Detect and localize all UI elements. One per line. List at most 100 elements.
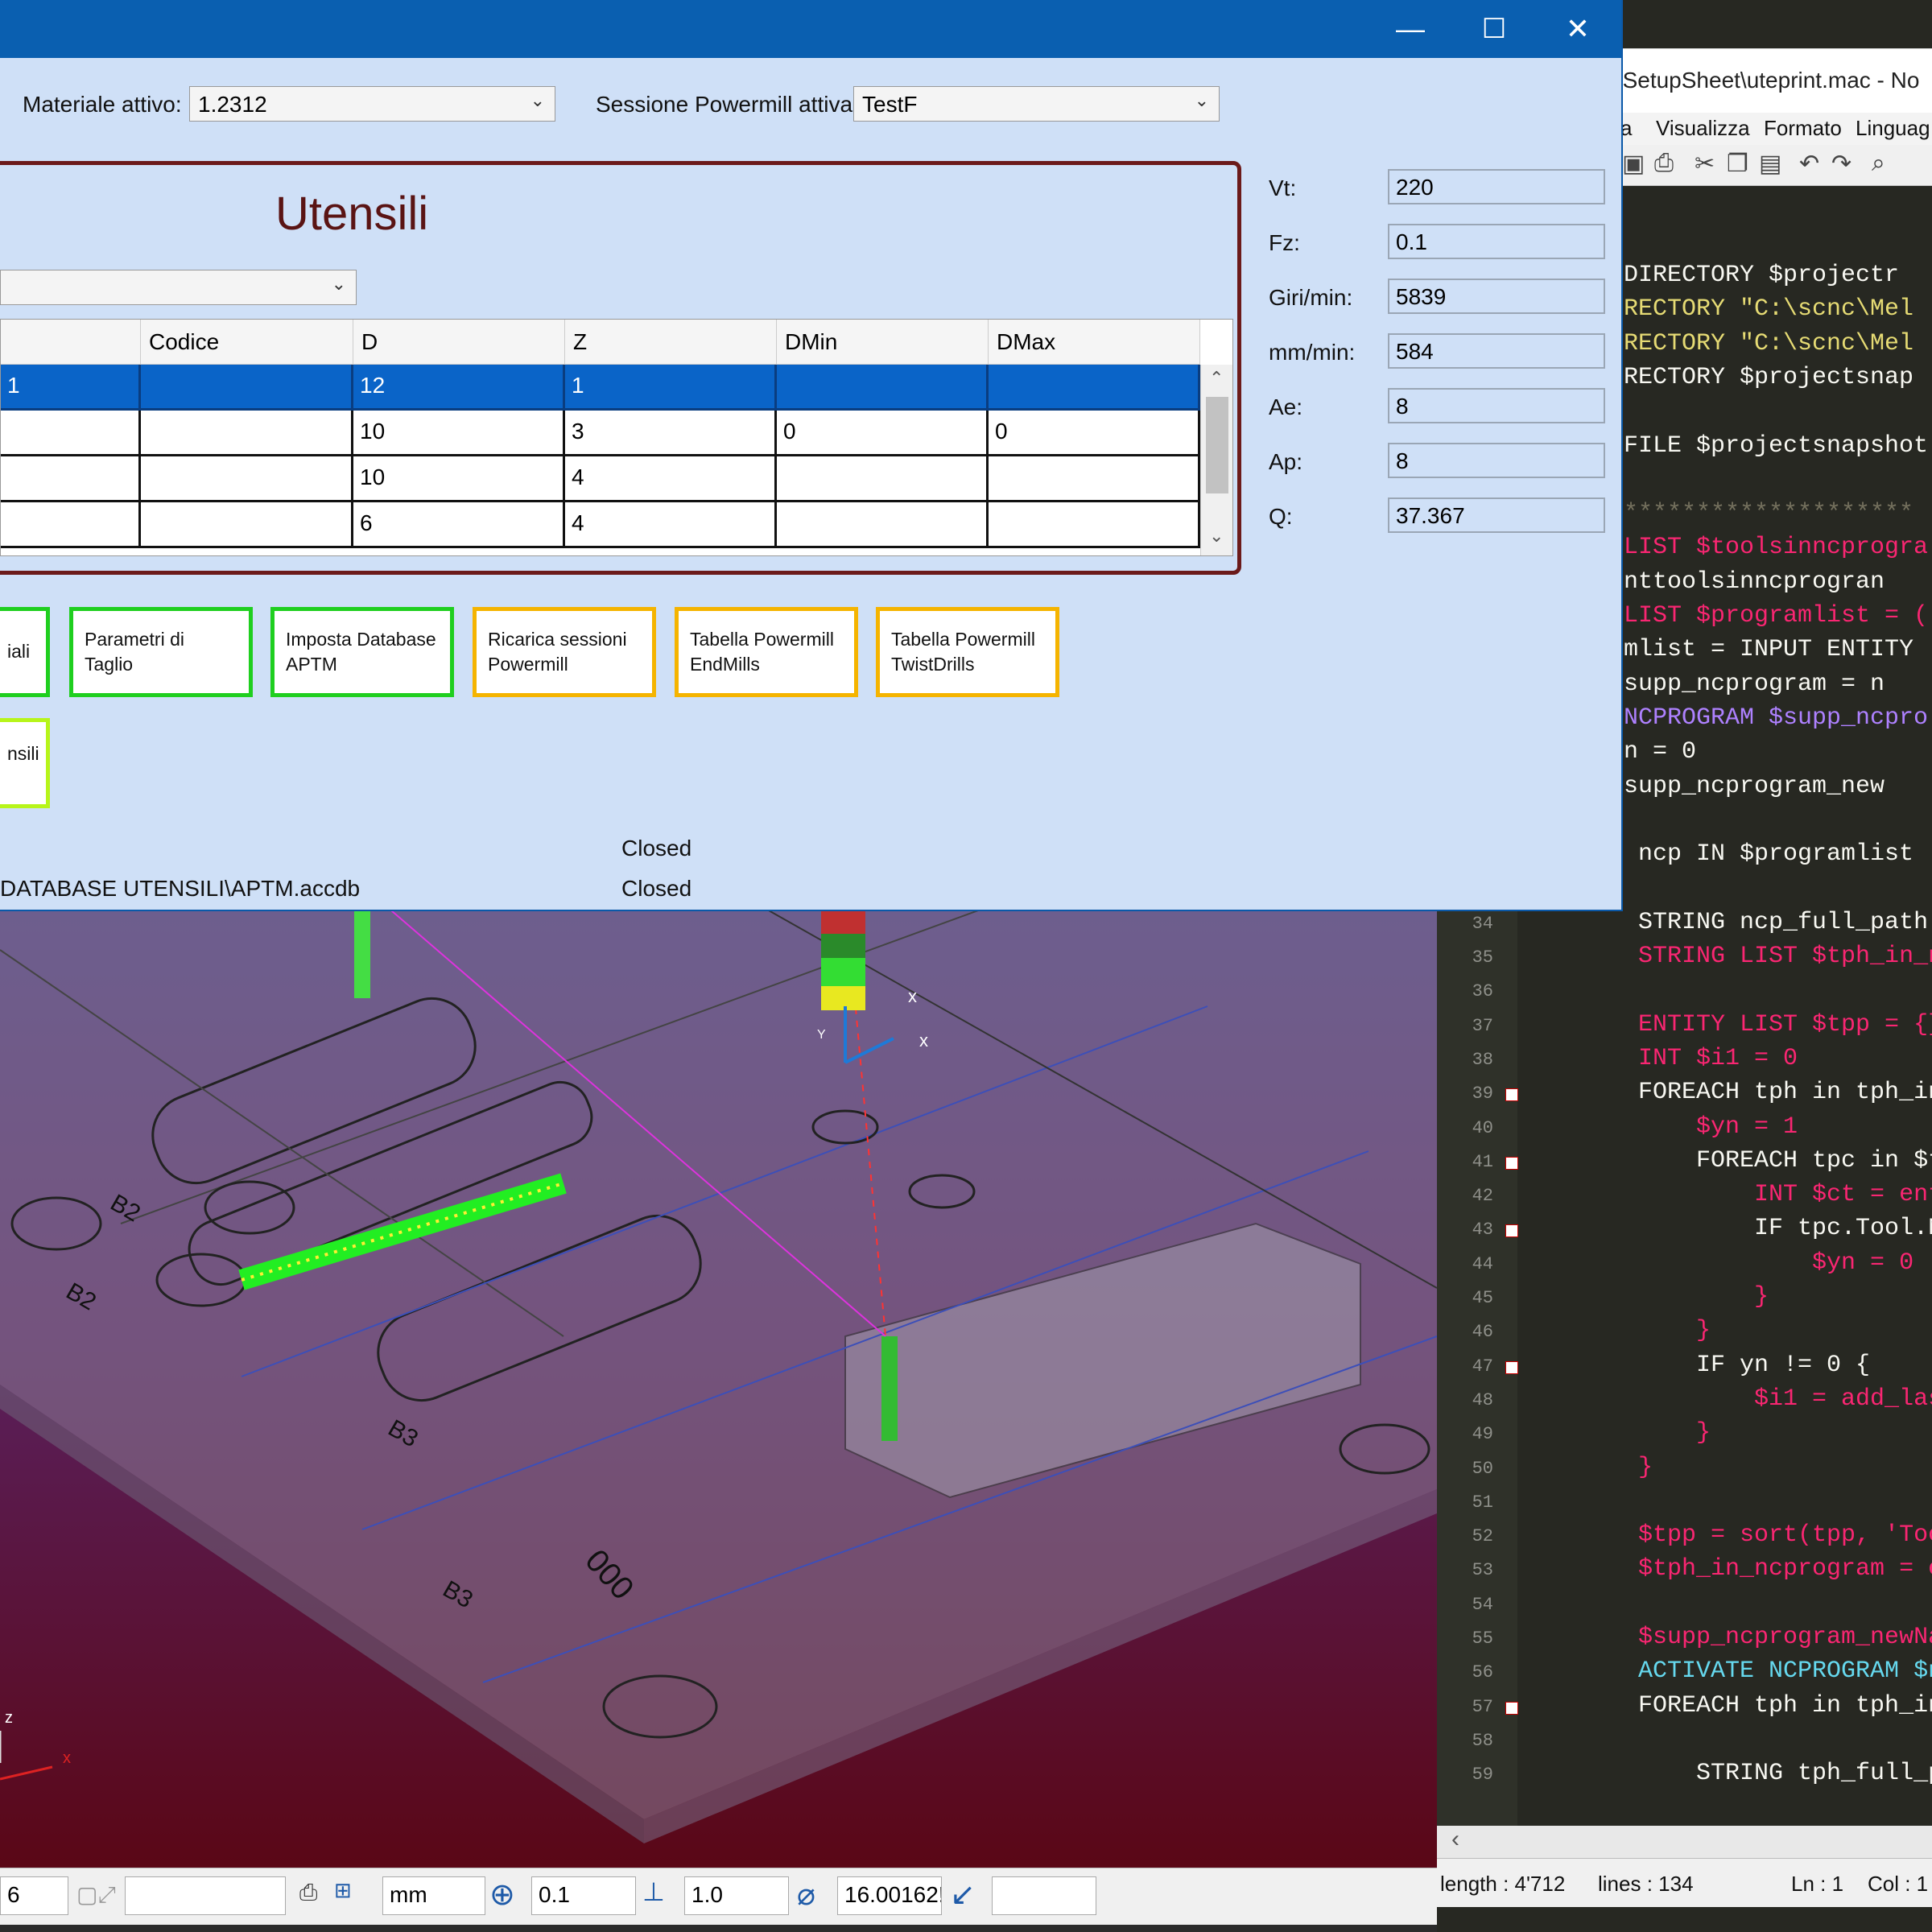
param-value-field[interactable]: 8 [1388,443,1605,478]
units-field[interactable]: mm [382,1876,485,1915]
scroll-down-icon[interactable]: ⌄ [1209,526,1224,547]
table-cell-d[interactable]: 6 [353,502,565,548]
code-line[interactable]: IF tpc.Tool.Nu [1580,1215,1932,1242]
tool-filter-combo[interactable]: ⌄ [0,270,357,305]
stepover-icon[interactable]: ⊥ [642,1876,665,1907]
table-cell-dmin[interactable] [777,456,989,502]
scroll-up-icon[interactable]: ⌃ [1209,368,1224,389]
code-line[interactable]: LIST $toolsinncprogra [1624,534,1928,561]
table-cell-id[interactable]: 1 [1,365,141,411]
copy-icon[interactable]: ❐ [1727,150,1748,178]
table-cell-dmax[interactable] [989,365,1200,411]
table-cell-id[interactable] [1,456,141,502]
session-combo[interactable]: TestF ⌄ [853,86,1220,122]
tolerance-field[interactable]: 0.1 [531,1876,636,1915]
code-line[interactable]: FOREACH tpc in $tpp [1580,1147,1932,1174]
code-line[interactable]: INT $i1 = 0 [1580,1045,1798,1072]
table-cell-codice[interactable] [141,456,353,502]
arrow-icon[interactable]: ↙ [950,1876,976,1913]
column-header[interactable]: DMin [777,320,989,365]
menu-item-language[interactable]: Linguag [1856,116,1930,141]
stepover-field[interactable]: 1.0 [684,1876,789,1915]
table-cell-dmin[interactable] [777,365,989,411]
code-line[interactable]: DIRECTORY $projectr [1624,262,1899,289]
code-line[interactable]: $tpp = sort(tpp, 'Tool [1580,1521,1932,1549]
fold-marker-icon[interactable] [1505,1224,1518,1238]
code-line[interactable]: NCPROGRAM $supp_ncpro [1624,704,1928,732]
code-line[interactable]: nttoolsinncprogran [1624,568,1885,596]
column-header-id[interactable] [1,320,141,365]
cut-icon[interactable]: ✂ [1695,150,1715,178]
column-header[interactable]: Codice [141,320,353,365]
lock-icon[interactable]: ▢⤢ [76,1881,116,1909]
minimize-button[interactable]: — [1386,8,1435,50]
menu-item-format[interactable]: Formato [1764,116,1842,141]
scroll-left-icon[interactable]: ‹ [1451,1826,1459,1853]
table-cell-dmax[interactable] [989,502,1200,548]
code-line[interactable]: } [1580,1419,1711,1447]
tools-button[interactable]: nsili [0,718,50,808]
close-button[interactable]: ✕ [1554,8,1602,50]
param-value-field[interactable]: 8 [1388,388,1605,423]
code-line[interactable]: RECTORY "C:\scnc\Mel [1624,330,1913,357]
horizontal-scrollbar[interactable]: ‹ [1437,1826,1932,1858]
redo-icon[interactable]: ↷ [1831,150,1852,178]
code-line[interactable]: supp_ncprogram_new [1624,773,1885,800]
table-cell-id[interactable] [1,411,141,456]
table-cell-z[interactable]: 3 [565,411,777,456]
code-line[interactable]: INT $ct = entity [1580,1181,1932,1208]
chevron-down-icon[interactable]: ⌄ [332,274,346,295]
code-line[interactable]: FILE $projectsnapshot [1624,432,1928,460]
chevron-down-icon[interactable]: ⌄ [530,90,545,111]
code-line[interactable]: $yn = 1 [1580,1113,1798,1141]
paste-icon[interactable]: ▤ [1759,150,1781,178]
powermill-endmills-table-button[interactable]: Tabella Powermill EndMills [675,607,858,697]
code-line[interactable]: $supp_ncprogram_newName [1580,1624,1932,1651]
table-cell-d[interactable]: 10 [353,411,565,456]
code-line[interactable]: } [1580,1317,1711,1344]
code-line[interactable]: LIST $programlist = ( [1624,602,1928,630]
code-line[interactable]: $yn = 0 [1580,1249,1913,1277]
code-line[interactable]: STRING LIST $tph_in_ncpr [1580,943,1932,970]
param-value-field[interactable]: 220 [1388,169,1605,204]
code-line[interactable]: supp_ncprogram = n [1624,671,1885,698]
param-value-field[interactable]: 0.1 [1388,224,1605,259]
menu-item-view[interactable]: Visualizza [1656,116,1750,141]
materials-button[interactable]: iali [0,607,50,697]
print-icon[interactable]: ⎙ [1654,150,1674,177]
table-cell-id[interactable] [1,502,141,548]
find-icon[interactable]: ⌕ [1872,150,1885,177]
table-cell-dmax[interactable] [989,456,1200,502]
param-value-field[interactable]: 37.367 [1388,497,1605,533]
code-line[interactable]: RECTORY $projectsnap [1624,364,1913,391]
code-line[interactable]: mlist = INPUT ENTITY [1624,636,1913,663]
chevron-down-icon[interactable]: ⌄ [1195,90,1209,111]
param-value-field[interactable]: 584 [1388,333,1605,369]
printer-icon[interactable]: ⎙ [299,1880,317,1906]
fold-marker-icon[interactable] [1505,1701,1518,1715]
table-cell-codice[interactable] [141,365,353,411]
code-line[interactable]: } [1580,1454,1653,1481]
table-cell-codice[interactable] [141,502,353,548]
table-cell-codice[interactable] [141,411,353,456]
status-field[interactable]: 6 [0,1876,68,1915]
table-cell-d[interactable]: 10 [353,456,565,502]
undo-icon[interactable]: ↶ [1799,150,1819,178]
fold-marker-icon[interactable] [1505,1360,1518,1374]
maximize-button[interactable]: ☐ [1470,8,1518,50]
status-field-empty[interactable] [125,1876,286,1915]
column-header[interactable]: Z [565,320,777,365]
table-cell-dmin[interactable] [777,502,989,548]
table-cell-z[interactable]: 4 [565,502,777,548]
fold-marker-icon[interactable] [1505,1156,1518,1170]
powermill-twistdrills-table-button[interactable]: Tabella Powermill TwistDrills [876,607,1059,697]
table-vertical-scrollbar[interactable]: ⌃ ⌄ [1200,365,1232,555]
column-header[interactable]: D [353,320,565,365]
code-line[interactable]: IF yn != 0 { [1580,1352,1870,1379]
scroll-thumb[interactable] [1206,397,1228,493]
cad-viewport[interactable]: x x Y B2 B2 B3 B3 000 z x [0,886,1437,1868]
code-line[interactable]: $i1 = add_last [1580,1385,1932,1413]
fold-marker-icon[interactable] [1505,1088,1518,1102]
param-value-field[interactable]: 5839 [1388,279,1605,314]
code-line[interactable]: ******************** [1624,500,1913,527]
